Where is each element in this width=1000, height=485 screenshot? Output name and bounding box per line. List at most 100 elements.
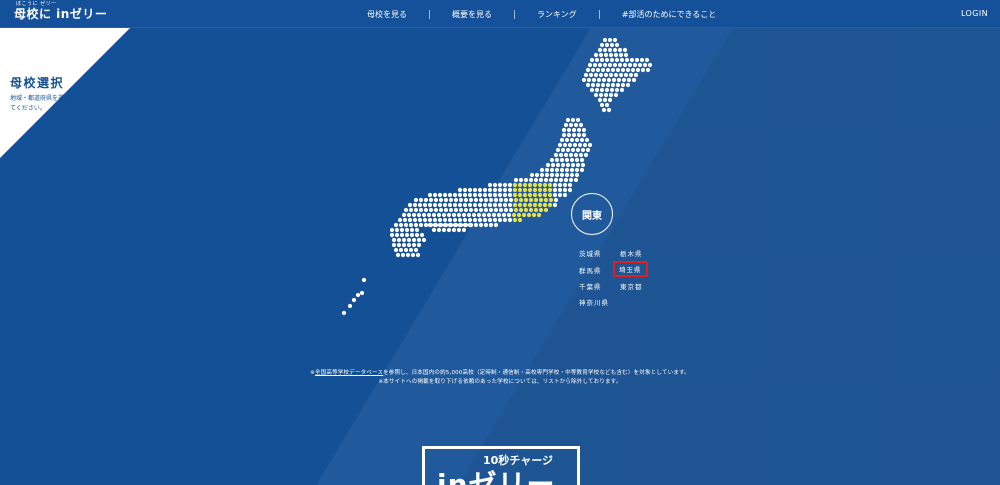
- map-dot[interactable]: [482, 187, 488, 193]
- map-dot[interactable]: [401, 242, 407, 248]
- map-dot[interactable]: [413, 222, 419, 228]
- map-dot[interactable]: [491, 212, 497, 218]
- map-dot[interactable]: [399, 232, 405, 238]
- map-dot[interactable]: [472, 192, 478, 198]
- map-dot[interactable]: [497, 187, 503, 193]
- map-dot[interactable]: [633, 72, 639, 78]
- map-dot[interactable]: [507, 187, 513, 193]
- map-dot[interactable]: [497, 217, 503, 223]
- map-dot-kanto[interactable]: [517, 187, 523, 193]
- map-dot[interactable]: [423, 207, 429, 213]
- map-dot[interactable]: [553, 152, 559, 158]
- map-dot[interactable]: [442, 222, 448, 228]
- map-dot[interactable]: [608, 72, 614, 78]
- map-dot[interactable]: [574, 172, 580, 178]
- map-dot[interactable]: [563, 177, 569, 183]
- map-dot[interactable]: [493, 222, 499, 228]
- map-dot[interactable]: [416, 237, 422, 243]
- map-dot[interactable]: [604, 42, 610, 48]
- map-dot[interactable]: [403, 222, 409, 228]
- map-dot[interactable]: [538, 177, 544, 183]
- map-dot[interactable]: [608, 52, 614, 58]
- map-dot[interactable]: [441, 227, 447, 233]
- map-dot[interactable]: [443, 197, 449, 203]
- map-dot[interactable]: [558, 152, 564, 158]
- map-dot[interactable]: [436, 227, 442, 233]
- map-dot[interactable]: [548, 177, 554, 183]
- map-dot[interactable]: [498, 197, 504, 203]
- map-dot[interactable]: [478, 222, 484, 228]
- map-dot[interactable]: [570, 147, 576, 153]
- map-dot-kanto[interactable]: [542, 192, 548, 198]
- map-dot-kanto[interactable]: [527, 187, 533, 193]
- map-dot[interactable]: [573, 122, 579, 128]
- map-dot[interactable]: [448, 197, 454, 203]
- map-dot[interactable]: [411, 237, 417, 243]
- map-dot[interactable]: [406, 237, 412, 243]
- map-dot[interactable]: [614, 42, 620, 48]
- map-dot[interactable]: [451, 212, 457, 218]
- map-dot-kanto[interactable]: [532, 202, 538, 208]
- map-dot[interactable]: [446, 227, 452, 233]
- map-dot[interactable]: [529, 172, 535, 178]
- map-dot[interactable]: [391, 242, 397, 248]
- map-dot[interactable]: [608, 92, 614, 98]
- map-dot[interactable]: [609, 57, 615, 63]
- map-dot[interactable]: [602, 62, 608, 68]
- map-dot[interactable]: [568, 177, 574, 183]
- map-dot-kanto[interactable]: [517, 217, 523, 223]
- map-dot[interactable]: [453, 207, 459, 213]
- map-dot[interactable]: [507, 192, 513, 198]
- map-dot[interactable]: [604, 102, 610, 108]
- map-dot[interactable]: [418, 197, 424, 203]
- map-dot[interactable]: [565, 117, 571, 123]
- map-dot[interactable]: [422, 202, 428, 208]
- map-dot[interactable]: [578, 152, 584, 158]
- map-dot-kanto[interactable]: [513, 197, 519, 203]
- map-dot[interactable]: [462, 192, 468, 198]
- map-dot[interactable]: [409, 232, 415, 238]
- map-dot[interactable]: [555, 147, 561, 153]
- map-dot[interactable]: [415, 252, 421, 258]
- nav-item-overview[interactable]: 概要を見る: [430, 9, 514, 20]
- map-dot[interactable]: [432, 192, 438, 198]
- map-dot[interactable]: [572, 142, 578, 148]
- map-dot[interactable]: [493, 197, 499, 203]
- map-dot[interactable]: [645, 67, 651, 73]
- map-dot[interactable]: [583, 152, 589, 158]
- map-dot[interactable]: [447, 217, 453, 223]
- map-dot[interactable]: [391, 237, 397, 243]
- map-dot[interactable]: [401, 212, 407, 218]
- map-dot[interactable]: [457, 222, 463, 228]
- map-dot[interactable]: [497, 192, 503, 198]
- map-dot-kanto[interactable]: [547, 182, 553, 188]
- map-dot[interactable]: [406, 212, 412, 218]
- pref-tochigi[interactable]: 栃木県: [620, 248, 643, 258]
- map-dot[interactable]: [398, 247, 404, 253]
- map-dot[interactable]: [443, 207, 449, 213]
- map-dot[interactable]: [496, 212, 502, 218]
- map-dot-kanto[interactable]: [528, 207, 534, 213]
- map-dot-kanto[interactable]: [517, 202, 523, 208]
- map-dot[interactable]: [625, 82, 631, 88]
- map-dot[interactable]: [428, 197, 434, 203]
- map-dot-kanto[interactable]: [543, 207, 549, 213]
- map-dot[interactable]: [477, 217, 483, 223]
- map-dot[interactable]: [416, 242, 422, 248]
- map-dot[interactable]: [615, 67, 621, 73]
- map-dot[interactable]: [595, 67, 601, 73]
- map-dot[interactable]: [559, 167, 565, 173]
- map-dot[interactable]: [457, 202, 463, 208]
- map-dot[interactable]: [602, 97, 608, 103]
- map-dot[interactable]: [617, 47, 623, 53]
- map-dot-kanto[interactable]: [537, 192, 543, 198]
- map-dot[interactable]: [626, 77, 632, 83]
- map-dot[interactable]: [456, 227, 462, 233]
- map-dot[interactable]: [419, 232, 425, 238]
- map-dot[interactable]: [407, 217, 413, 223]
- map-dot[interactable]: [405, 252, 411, 258]
- map-dot[interactable]: [410, 252, 416, 258]
- map-dot[interactable]: [545, 162, 551, 168]
- map-dot-kanto[interactable]: [531, 212, 537, 218]
- map-dot[interactable]: [452, 217, 458, 223]
